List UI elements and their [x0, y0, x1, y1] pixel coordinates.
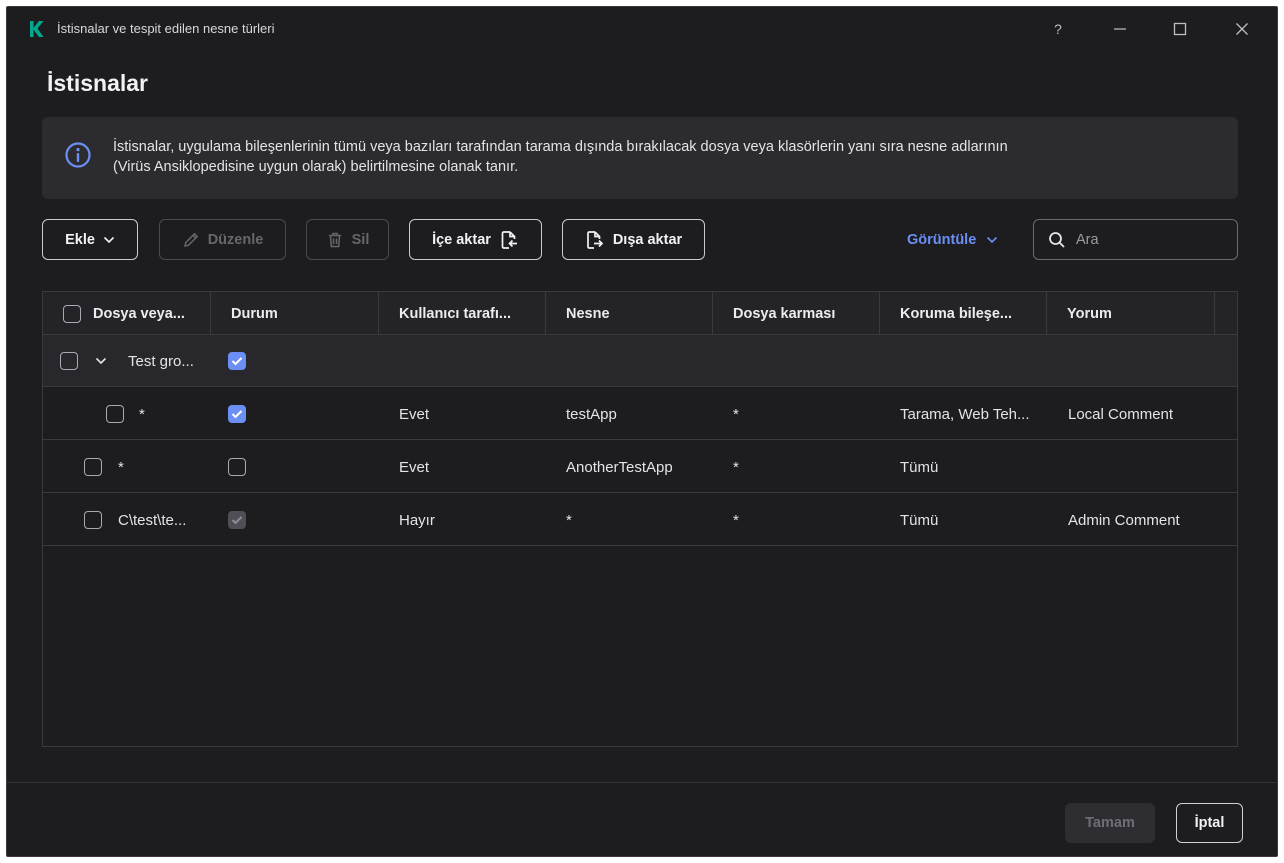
import-button-label: İçe aktar [432, 231, 491, 248]
comment-cell: Admin Comment [1068, 511, 1180, 529]
status-checkbox[interactable] [228, 405, 246, 423]
status-cell [228, 494, 246, 546]
import-button[interactable]: İçe aktar [409, 219, 542, 260]
hash-cell: * [733, 511, 739, 529]
table-row[interactable]: * Evet AnotherTestApp * Tümü [43, 441, 1237, 493]
info-text-line1: İstisnalar, uygulama bileşenlerinin tümü… [113, 139, 1008, 155]
column-header-file-label: Dosya veya... [93, 305, 185, 322]
table-row[interactable]: * Evet testApp * Tarama, Web Teh... Loca… [43, 388, 1237, 440]
checkmark-icon [231, 410, 243, 419]
export-button-label: Dışa aktar [612, 231, 683, 248]
edit-button[interactable]: Düzenle [159, 219, 286, 260]
column-header-file[interactable]: Dosya veya... [43, 292, 211, 335]
status-checkbox[interactable] [228, 458, 246, 476]
page-title: İstisnalar [47, 70, 148, 96]
select-all-checkbox[interactable] [63, 304, 81, 323]
table-row-group[interactable]: Test gro... [43, 335, 1237, 387]
user-cell: Hayır [399, 511, 435, 529]
status-checkbox-disabled [228, 511, 246, 529]
hash-cell: * [733, 458, 739, 476]
object-cell: AnotherTestApp [566, 458, 673, 476]
components-cell: Tarama, Web Teh... [900, 405, 1030, 423]
view-dropdown-label: Görüntüle [907, 232, 977, 248]
status-cell [228, 388, 246, 440]
object-cell: * [566, 511, 572, 529]
column-header-user[interactable]: Kullanıcı tarafı... [379, 292, 546, 335]
status-cell [228, 441, 246, 493]
add-button-label: Ekle [65, 231, 95, 248]
minimize-button[interactable] [1097, 15, 1143, 43]
column-header-object[interactable]: Nesne [546, 292, 713, 335]
row-select-checkbox[interactable] [60, 352, 78, 370]
user-cell: Evet [399, 458, 430, 476]
components-cell: Tümü [900, 458, 939, 476]
column-header-status[interactable]: Durum [211, 292, 379, 335]
close-button[interactable] [1219, 15, 1265, 43]
export-file-icon [586, 230, 604, 249]
maximize-button[interactable] [1157, 15, 1203, 43]
pencil-icon [183, 232, 198, 247]
ok-button[interactable]: Tamam [1065, 803, 1155, 843]
add-button[interactable]: Ekle [42, 219, 138, 260]
info-panel: İstisnalar, uygulama bileşenlerinin tümü… [42, 117, 1238, 199]
column-header-components[interactable]: Koruma bileşe... [880, 292, 1047, 335]
checkmark-icon [231, 516, 243, 525]
import-file-icon [501, 230, 517, 249]
components-cell: Tümü [900, 511, 939, 529]
delete-button[interactable]: Sil [306, 219, 389, 260]
status-cell [228, 335, 246, 387]
table-header: Dosya veya... Durum Kullanıcı tarafı... … [43, 292, 1237, 335]
user-cell: Evet [399, 405, 430, 423]
footer-divider [7, 782, 1277, 783]
row-select-checkbox-cell [84, 494, 102, 546]
comment-cell: Local Comment [1068, 405, 1174, 423]
view-dropdown[interactable]: Görüntüle [907, 229, 998, 251]
row-select-checkbox-cell [60, 335, 78, 387]
info-text-line2: (Virüs Ansiklopedisine uygun olarak) bel… [113, 159, 519, 175]
dialog-window: İstisnalar ve tespit edilen nesne türler… [6, 6, 1278, 857]
search-icon [1049, 231, 1065, 248]
row-select-checkbox[interactable] [106, 405, 124, 423]
cancel-button[interactable]: İptal [1176, 803, 1243, 843]
info-text: İstisnalar, uygulama bileşenlerinin tümü… [113, 137, 1223, 177]
close-icon [1236, 23, 1248, 35]
chevron-down-icon [95, 357, 107, 365]
export-button[interactable]: Dışa aktar [562, 219, 705, 260]
table-row[interactable]: C\test\te... Hayır * * Tümü Admin Commen… [43, 494, 1237, 546]
trash-icon [328, 232, 341, 247]
checkmark-icon [231, 357, 243, 366]
group-expander[interactable] [95, 335, 107, 387]
object-cell: testApp [566, 405, 617, 423]
row-select-checkbox[interactable] [84, 458, 102, 476]
column-header-comment[interactable]: Yorum [1047, 292, 1215, 335]
row-select-checkbox-cell [106, 388, 124, 440]
group-name: Test gro... [128, 352, 194, 370]
hash-cell: * [733, 405, 739, 423]
chevron-down-icon [987, 236, 998, 244]
delete-button-label: Sil [351, 231, 370, 248]
search-input[interactable] [1076, 231, 1216, 248]
row-select-checkbox-cell [84, 441, 102, 493]
minimize-icon [1114, 28, 1126, 30]
maximize-icon [1173, 22, 1187, 36]
search-box[interactable] [1033, 219, 1238, 260]
column-header-hash[interactable]: Dosya karması [713, 292, 880, 335]
file-cell: * [139, 405, 145, 423]
title-bar: İstisnalar ve tespit edilen nesne türler… [7, 7, 1277, 51]
info-icon [65, 142, 91, 168]
file-cell: * [118, 458, 124, 476]
help-button[interactable]: ? [1035, 15, 1081, 43]
column-header-spacer [1215, 292, 1237, 335]
kaspersky-logo-icon [30, 21, 44, 37]
row-select-checkbox[interactable] [84, 511, 102, 529]
file-cell: C\test\te... [118, 511, 187, 529]
window-title: İstisnalar ve tespit edilen nesne türler… [57, 21, 275, 36]
status-checkbox[interactable] [228, 352, 246, 370]
exclusions-table: Dosya veya... Durum Kullanıcı tarafı... … [42, 291, 1238, 747]
edit-button-label: Düzenle [207, 231, 264, 248]
chevron-down-icon [103, 236, 114, 243]
